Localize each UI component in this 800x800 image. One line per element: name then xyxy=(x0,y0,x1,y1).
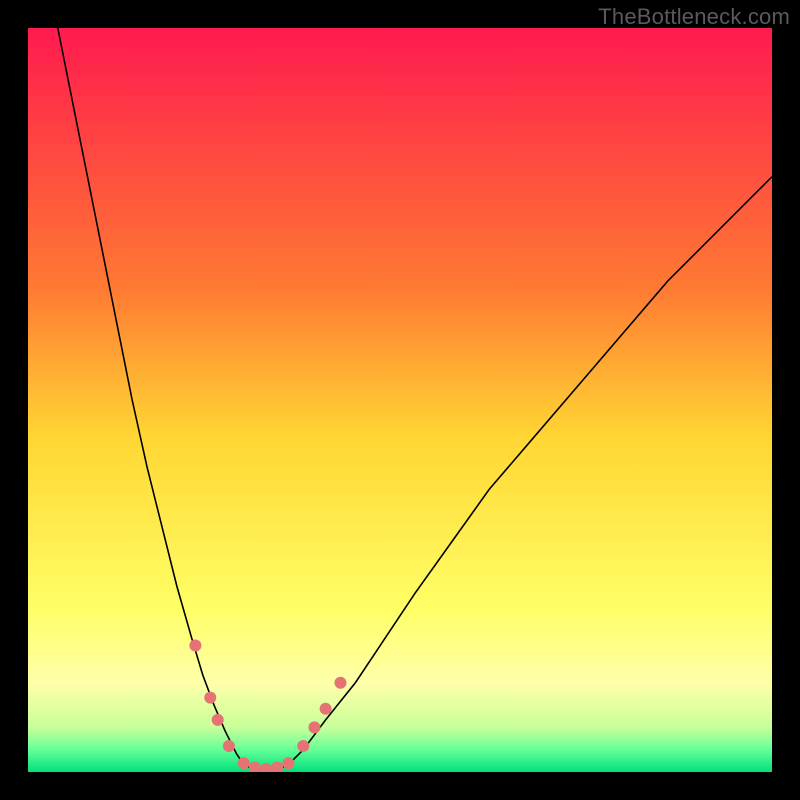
marker-point xyxy=(308,721,320,733)
chart-frame: TheBottleneck.com xyxy=(0,0,800,800)
marker-point xyxy=(189,640,201,652)
marker-point xyxy=(223,740,235,752)
marker-point xyxy=(204,692,216,704)
marker-point xyxy=(282,757,294,769)
marker-point xyxy=(238,757,250,769)
marker-point xyxy=(297,740,309,752)
marker-point xyxy=(212,714,224,726)
watermark-text: TheBottleneck.com xyxy=(598,4,790,30)
marker-point xyxy=(334,677,346,689)
plot-background xyxy=(28,28,772,772)
bottleneck-chart xyxy=(28,28,772,772)
marker-point xyxy=(320,703,332,715)
